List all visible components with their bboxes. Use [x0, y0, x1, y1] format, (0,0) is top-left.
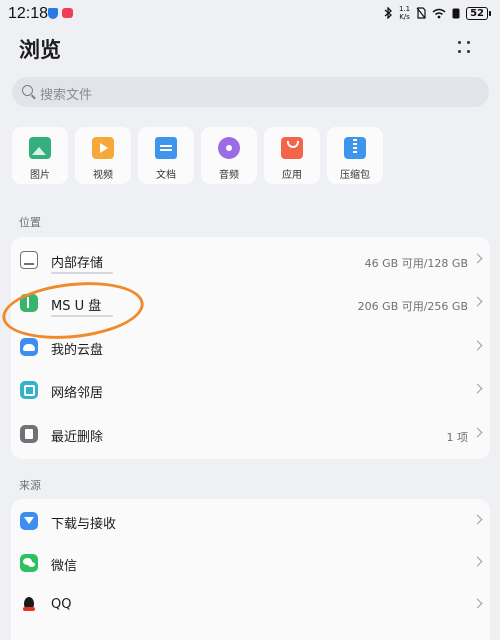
status-icons: 1.1 K/s 52 [384, 5, 491, 21]
location-value: 206 GB 可用/256 GB [357, 300, 468, 313]
battery-indicator: 52 [466, 6, 491, 20]
search-input[interactable]: 搜索文件 [12, 77, 489, 107]
locations-card: 内部存储 46 GB 可用/128 GB MS U 盘 206 GB 可用/25… [11, 237, 490, 459]
usb-icon [20, 294, 38, 312]
category-label: 音频 [219, 170, 239, 181]
wifi-icon [432, 8, 446, 18]
no-sim-icon [416, 7, 426, 19]
location-usb-drive[interactable]: MS U 盘 206 GB 可用/256 GB [11, 282, 490, 325]
location-value: 46 GB 可用/128 GB [364, 257, 468, 270]
location-recently-deleted[interactable]: 最近删除 1 项 [11, 413, 490, 456]
more-dots-icon [458, 50, 461, 53]
status-time: 12:18 [8, 5, 49, 22]
category-apps[interactable]: 应用 [264, 127, 320, 184]
category-grid: 图片 视频 文档 音频 应用 压缩包 [12, 127, 383, 184]
storage-icon [20, 251, 38, 269]
category-label: 文档 [156, 170, 176, 181]
chevron-right-icon [472, 556, 483, 567]
notification-icon [452, 8, 460, 18]
search-placeholder: 搜索文件 [40, 88, 93, 103]
storage-usage-bar [51, 272, 113, 274]
location-title: MS U 盘 [51, 299, 102, 314]
category-audio[interactable]: 音频 [201, 127, 257, 184]
image-icon [29, 137, 51, 159]
chevron-right-icon [472, 427, 483, 438]
category-label: 应用 [282, 170, 302, 181]
chevron-right-icon [472, 383, 483, 394]
category-label: 图片 [30, 170, 50, 181]
sources-card: 下载与接收 微信 QQ [11, 499, 490, 640]
category-label: 视频 [93, 170, 113, 181]
more-dots-icon [458, 41, 461, 44]
shield-icon [48, 8, 58, 19]
audio-icon [218, 137, 240, 159]
search-icon [22, 85, 33, 96]
source-title: 微信 [51, 559, 78, 574]
chevron-right-icon [472, 598, 483, 609]
trash-icon [20, 425, 38, 443]
bluetooth-icon [384, 7, 392, 19]
network-icon [20, 381, 38, 399]
more-dots-icon [467, 50, 470, 53]
chevron-right-icon [472, 296, 483, 307]
download-icon [20, 512, 38, 530]
location-cloud-drive[interactable]: 我的云盘 [11, 326, 490, 369]
app-notification-icon [62, 8, 73, 18]
video-icon [92, 137, 114, 159]
page-title: 浏览 [19, 38, 61, 62]
location-title: 内部存储 [51, 256, 104, 271]
section-label-locations: 位置 [19, 216, 41, 229]
app-icon [281, 137, 303, 159]
cloud-icon [20, 338, 38, 356]
category-documents[interactable]: 文档 [138, 127, 194, 184]
chevron-right-icon [472, 514, 483, 525]
archive-icon [344, 137, 366, 159]
source-qq[interactable]: QQ [11, 584, 490, 627]
location-title: 我的云盘 [51, 343, 104, 358]
more-options-button[interactable] [452, 36, 476, 58]
more-dots-icon [467, 41, 470, 44]
source-downloads[interactable]: 下载与接收 [11, 500, 490, 543]
wechat-icon [20, 554, 38, 572]
chevron-right-icon [472, 340, 483, 351]
category-videos[interactable]: 视频 [75, 127, 131, 184]
category-archives[interactable]: 压缩包 [327, 127, 383, 184]
network-speed-unit: K/s [399, 13, 410, 21]
location-network[interactable]: 网络邻居 [11, 369, 490, 412]
qq-icon [20, 596, 38, 614]
storage-usage-bar [51, 315, 113, 317]
source-title: 下载与接收 [51, 517, 117, 532]
status-bar: 12:18 1.1 K/s 52 [0, 0, 500, 28]
network-speed: 1.1 K/s [399, 5, 410, 21]
category-images[interactable]: 图片 [12, 127, 68, 184]
location-internal-storage[interactable]: 内部存储 46 GB 可用/128 GB [11, 239, 490, 282]
section-label-sources: 来源 [19, 479, 41, 492]
document-icon [155, 137, 177, 159]
location-title: 网络邻居 [51, 386, 104, 401]
source-title: QQ [51, 597, 72, 612]
location-value: 1 项 [446, 431, 469, 444]
source-wechat[interactable]: 微信 [11, 542, 490, 585]
location-title: 最近删除 [51, 430, 104, 445]
chevron-right-icon [472, 253, 483, 264]
network-speed-value: 1.1 [398, 5, 411, 13]
category-label: 压缩包 [340, 170, 370, 181]
